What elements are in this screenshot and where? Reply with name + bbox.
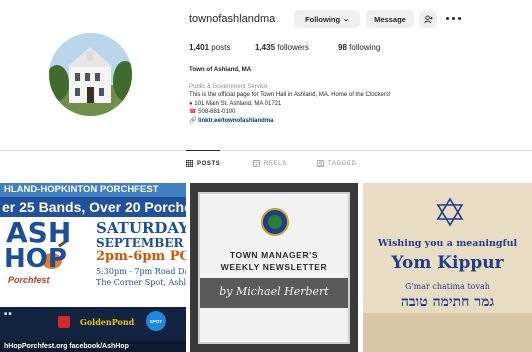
message-button[interactable]: Message (366, 10, 414, 28)
porchfest-footer: hHopPorchfest.org facebook/AshHop (0, 341, 186, 352)
add-person-icon (423, 14, 433, 23)
post-tile-porchfest[interactable]: HLAND-HOPKINTON PORCHFEST er 25 Bands, O… (0, 183, 186, 352)
posts-stat: 1,401 posts (189, 43, 230, 52)
profile-category: Public & Government Service (189, 83, 268, 90)
porchfest-corner-spot: The Corner Spot, Ashl (96, 278, 186, 287)
more-options-icon[interactable] (446, 13, 462, 23)
porchfest-ash: ASH (6, 216, 72, 249)
sponsor-spot: SPOT (146, 311, 166, 331)
phone-icon: ☎ (189, 109, 197, 116)
porchfest-script: Porchfest (8, 275, 50, 285)
profile-username: townofashlandma (189, 13, 276, 25)
porchfest-hop: HOP (4, 244, 67, 274)
active-tab-indicator (186, 150, 220, 151)
bio-phone-line: ☎ 508-881-0100 (189, 108, 489, 117)
bio-link[interactable]: 🔗 linktr.ee/townofashlandma (189, 117, 489, 126)
following-stat-label: following (349, 43, 381, 52)
book-image (363, 313, 532, 352)
newsletter-card: TOWN MANAGER'S WEEKLY NEWSLETTER by Mich… (198, 192, 350, 344)
porchfest-road-dance: 5:30pm - 7pm Road Da (96, 267, 186, 276)
bio-address: 101 Main St. Ashland, MA 01721 (194, 100, 282, 107)
post-tile-newsletter[interactable]: TOWN MANAGER'S WEEKLY NEWSLETTER by Mich… (190, 183, 358, 352)
sponsor-strip: ■ ■ GoldenPond SPOT (0, 307, 186, 341)
porchfest-date: SEPTEMBER 3 (96, 236, 186, 250)
tab-tagged-label: TAGGED (328, 160, 357, 167)
tab-posts-label: POSTS (197, 160, 221, 167)
newsletter-byline: by Michael Herbert (219, 285, 329, 298)
tab-reels[interactable]: REELS (253, 160, 287, 167)
town-seal-icon (261, 208, 289, 236)
grid-icon (186, 160, 193, 167)
followers-stat-label: followers (277, 43, 309, 52)
porchfest-header: HLAND-HOPKINTON PORCHFEST (0, 183, 186, 197)
star-of-david-icon (436, 197, 464, 227)
tab-tagged[interactable]: TAGGED (317, 160, 357, 167)
tabs-divider (0, 150, 532, 151)
link-icon: 🔗 (189, 117, 197, 124)
followers-count: 1,435 (255, 43, 276, 52)
following-button[interactable]: Following ⌄ (294, 10, 360, 28)
tagged-icon (317, 160, 324, 167)
posts-stat-label: posts (211, 43, 231, 52)
bio-link-text: linktr.ee/townofashlandma (198, 117, 274, 124)
porchfest-saturday: SATURDAY (96, 219, 186, 237)
profile-bio: Town of Ashland, MA Public & Government … (189, 66, 489, 126)
post-tile-yom-kippur[interactable]: Wishing you a meaningful Yom Kippur G'ma… (363, 183, 532, 352)
bio-description: This is the official page for Town Hall … (189, 92, 391, 99)
tab-posts[interactable]: POSTS (186, 160, 220, 167)
yom-kippur-hebrew: גמר חתימה טובה (400, 294, 495, 310)
sponsor-goldenpond: GoldenPond (80, 317, 135, 327)
bio-address-line: ● 101 Main St. Ashland, MA 01721 (189, 100, 489, 109)
followers-stat[interactable]: 1,435 followers (255, 43, 309, 52)
yom-kippur-blessing: G'mar chatima tovah (405, 282, 490, 291)
sponsor-logo-1: ■ ■ (4, 311, 12, 317)
yom-kippur-title: Yom Kippur (391, 253, 504, 273)
sponsor-logo-2 (58, 316, 70, 328)
porchfest-time: 2pm-6pm PORCH (96, 249, 186, 264)
posts-count: 1,401 (189, 43, 210, 52)
tab-reels-label: REELS (264, 160, 287, 167)
pin-icon: ● (189, 100, 193, 107)
suggest-people-button[interactable] (419, 10, 437, 28)
profile-display-name: Town of Ashland, MA (189, 66, 252, 73)
reels-icon (253, 160, 260, 167)
following-button-label: Following (305, 14, 341, 24)
town-hall-photo (49, 33, 132, 116)
porchfest-bands: er 25 Bands, Over 20 Porches (0, 197, 186, 217)
chevron-down-icon: ⌄ (343, 16, 349, 23)
newsletter-title-line2: WEEKLY NEWSLETTER (220, 262, 328, 272)
newsletter-title-line1: TOWN MANAGER'S (229, 250, 319, 260)
profile-avatar[interactable] (49, 33, 132, 116)
following-stat[interactable]: 98 following (338, 43, 380, 52)
yom-kippur-greeting: Wishing you a meaningful (377, 238, 518, 249)
following-count: 98 (338, 43, 347, 52)
bio-phone: 508-881-0100 (198, 109, 236, 116)
